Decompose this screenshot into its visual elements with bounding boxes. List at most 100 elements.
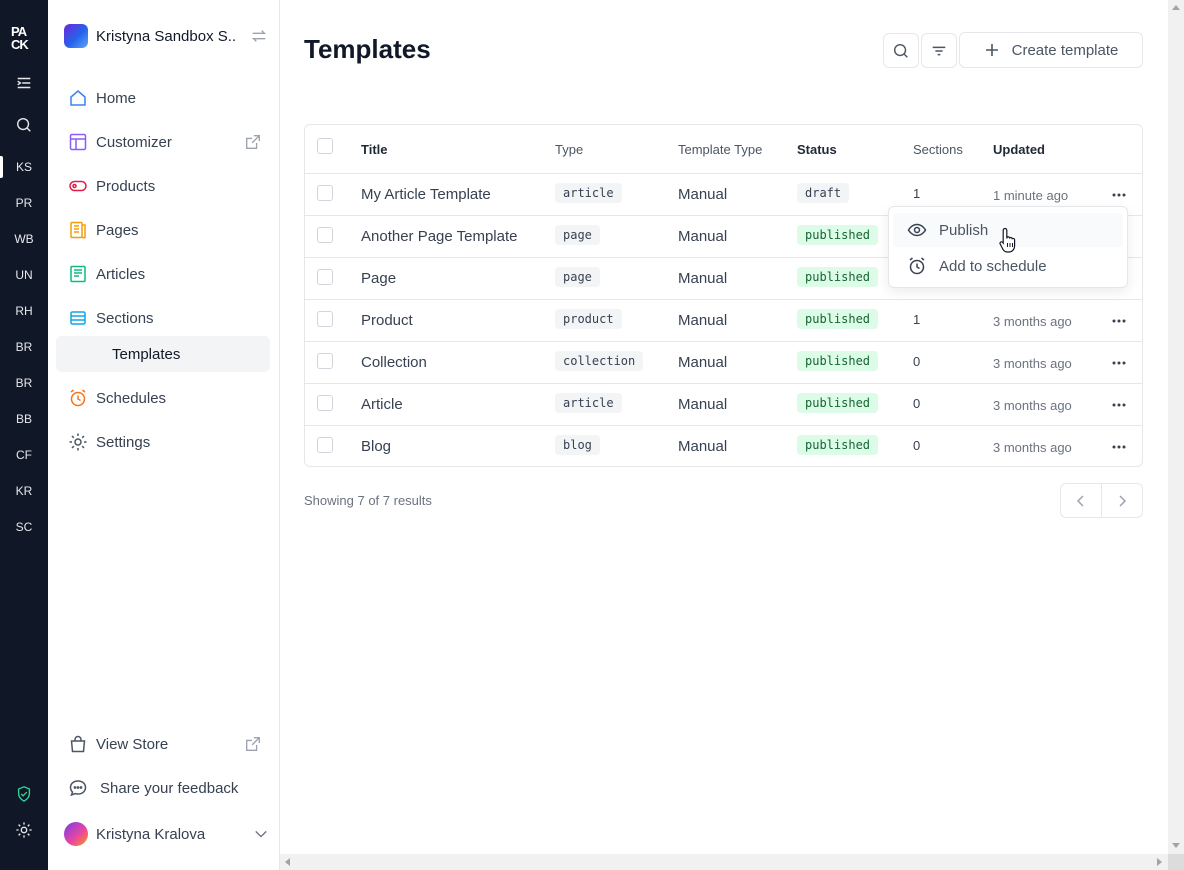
create-template-button[interactable]: Create template [959, 32, 1143, 68]
gear-icon [68, 432, 88, 452]
sidebar-item-label: Schedules [96, 389, 167, 407]
external-link-icon[interactable] [244, 133, 262, 151]
horizontal-scrollbar[interactable] [280, 854, 1168, 870]
rail-workspace-7[interactable]: BB [0, 404, 48, 434]
column-template-type[interactable]: Template Type [678, 142, 762, 157]
external-link-icon[interactable] [244, 735, 262, 753]
row-updated: 3 months ago [993, 440, 1072, 455]
row-checkbox[interactable] [317, 185, 333, 201]
scroll-left-icon[interactable] [285, 858, 290, 866]
add-to-schedule-menu-item[interactable]: Add to schedule [893, 249, 1123, 283]
shield-check-icon[interactable] [0, 779, 48, 809]
row-title[interactable]: Article [361, 396, 403, 413]
row-title[interactable]: Product [361, 312, 413, 329]
scrollbar-corner [1168, 854, 1184, 870]
sidebar-item-customizer[interactable]: Customizer [56, 124, 272, 160]
more-actions-icon[interactable] [1111, 356, 1127, 370]
row-type: article [555, 393, 622, 413]
table-row[interactable]: Collection collection Manual published 0… [305, 342, 1142, 384]
sidebar-item-schedules[interactable]: Schedules [56, 380, 272, 416]
row-sections: 0 [913, 396, 921, 411]
gear-icon[interactable] [0, 815, 48, 845]
sidebar-item-templates[interactable]: Templates [56, 336, 270, 372]
rail-workspace-3[interactable]: UN [0, 260, 48, 290]
search-button[interactable] [883, 33, 919, 68]
sidebar-item-label: Sections [96, 309, 154, 327]
row-title[interactable]: Page [361, 270, 396, 287]
row-sections: 0 [913, 354, 921, 369]
rail-workspace-2[interactable]: WB [0, 224, 48, 254]
create-template-label: Create template [1011, 41, 1119, 59]
status-badge: published [797, 225, 879, 245]
column-type[interactable]: Type [555, 142, 583, 157]
share-feedback-link[interactable]: Share your feedback [56, 770, 272, 806]
column-status[interactable]: Status [797, 142, 837, 157]
row-checkbox[interactable] [317, 395, 333, 411]
row-template-type: Manual [678, 354, 728, 371]
pack-logo[interactable]: PA CK [10, 24, 38, 52]
row-checkbox[interactable] [317, 227, 333, 243]
row-checkbox[interactable] [317, 269, 333, 285]
scroll-down-icon[interactable] [1172, 843, 1180, 848]
rail-workspace-5[interactable]: BR [0, 332, 48, 362]
sidebar-item-settings[interactable]: Settings [56, 424, 272, 460]
more-actions-icon[interactable] [1111, 398, 1127, 412]
column-title[interactable]: Title [361, 142, 388, 157]
row-template-type: Manual [678, 228, 728, 245]
next-page-button[interactable] [1102, 484, 1143, 517]
publish-label: Publish [939, 221, 989, 239]
vertical-scrollbar[interactable] [1168, 0, 1184, 854]
article-icon [68, 264, 88, 284]
more-actions-icon[interactable] [1111, 440, 1127, 454]
row-title[interactable]: Blog [361, 438, 391, 455]
row-checkbox[interactable] [317, 311, 333, 327]
switch-arrows-icon[interactable] [250, 27, 268, 45]
status-badge: published [797, 309, 879, 329]
select-all-checkbox[interactable] [317, 138, 333, 154]
sidebar-item-pages[interactable]: Pages [56, 212, 272, 248]
rail-workspace-9[interactable]: KR [0, 476, 48, 506]
chevron-left-icon [1076, 494, 1084, 507]
user-menu[interactable]: Kristyna Kralova [64, 822, 268, 846]
table-row[interactable]: Product product Manual published 1 3 mon… [305, 300, 1142, 342]
workspace-selector[interactable]: Kristyna Sandbox S... [64, 22, 268, 50]
add-to-schedule-label: Add to schedule [939, 257, 1047, 275]
view-store-link[interactable]: View Store [56, 726, 272, 762]
row-title[interactable]: My Article Template [361, 186, 491, 203]
workspace-name: Kristyna Sandbox S... [96, 27, 236, 45]
sidebar-item-articles[interactable]: Articles [56, 256, 272, 292]
rail-workspace-4[interactable]: RH [0, 296, 48, 326]
column-sections[interactable]: Sections [913, 142, 963, 157]
row-updated: 1 minute ago [993, 188, 1069, 203]
row-updated: 3 months ago [993, 398, 1072, 413]
previous-page-button[interactable] [1061, 484, 1102, 517]
row-template-type: Manual [678, 396, 728, 413]
more-actions-icon[interactable] [1111, 314, 1127, 328]
table-row[interactable]: Article article Manual published 0 3 mon… [305, 384, 1142, 426]
rail-workspace-0[interactable]: KS [0, 152, 48, 182]
rail-workspace-10[interactable]: SC [0, 512, 48, 542]
scroll-right-icon[interactable] [1157, 858, 1162, 866]
rail-workspace-1[interactable]: PR [0, 188, 48, 218]
row-checkbox[interactable] [317, 353, 333, 369]
templates-table: Title Type Template Type Status Sections… [304, 124, 1143, 467]
status-badge: published [797, 267, 879, 287]
table-row[interactable]: Blog blog Manual published 0 3 months ag… [305, 426, 1142, 466]
menu-toggle-icon[interactable] [0, 68, 48, 98]
search-icon[interactable] [0, 110, 48, 140]
shopping-bag-icon [68, 734, 88, 754]
sidebar-item-products[interactable]: Products [56, 168, 272, 204]
rail-workspace-6[interactable]: BR [0, 368, 48, 398]
scroll-up-icon[interactable] [1172, 5, 1180, 10]
column-updated[interactable]: Updated [993, 142, 1045, 157]
sidebar-item-sections[interactable]: Sections [56, 300, 272, 336]
more-actions-icon[interactable] [1111, 188, 1127, 202]
row-template-type: Manual [678, 270, 728, 287]
row-title[interactable]: Collection [361, 354, 427, 371]
row-title[interactable]: Another Page Template [361, 228, 518, 245]
chevron-down-icon[interactable] [254, 827, 268, 841]
row-checkbox[interactable] [317, 437, 333, 453]
rail-workspace-8[interactable]: CF [0, 440, 48, 470]
sidebar-item-home[interactable]: Home [56, 80, 272, 116]
filter-button[interactable] [921, 33, 957, 68]
